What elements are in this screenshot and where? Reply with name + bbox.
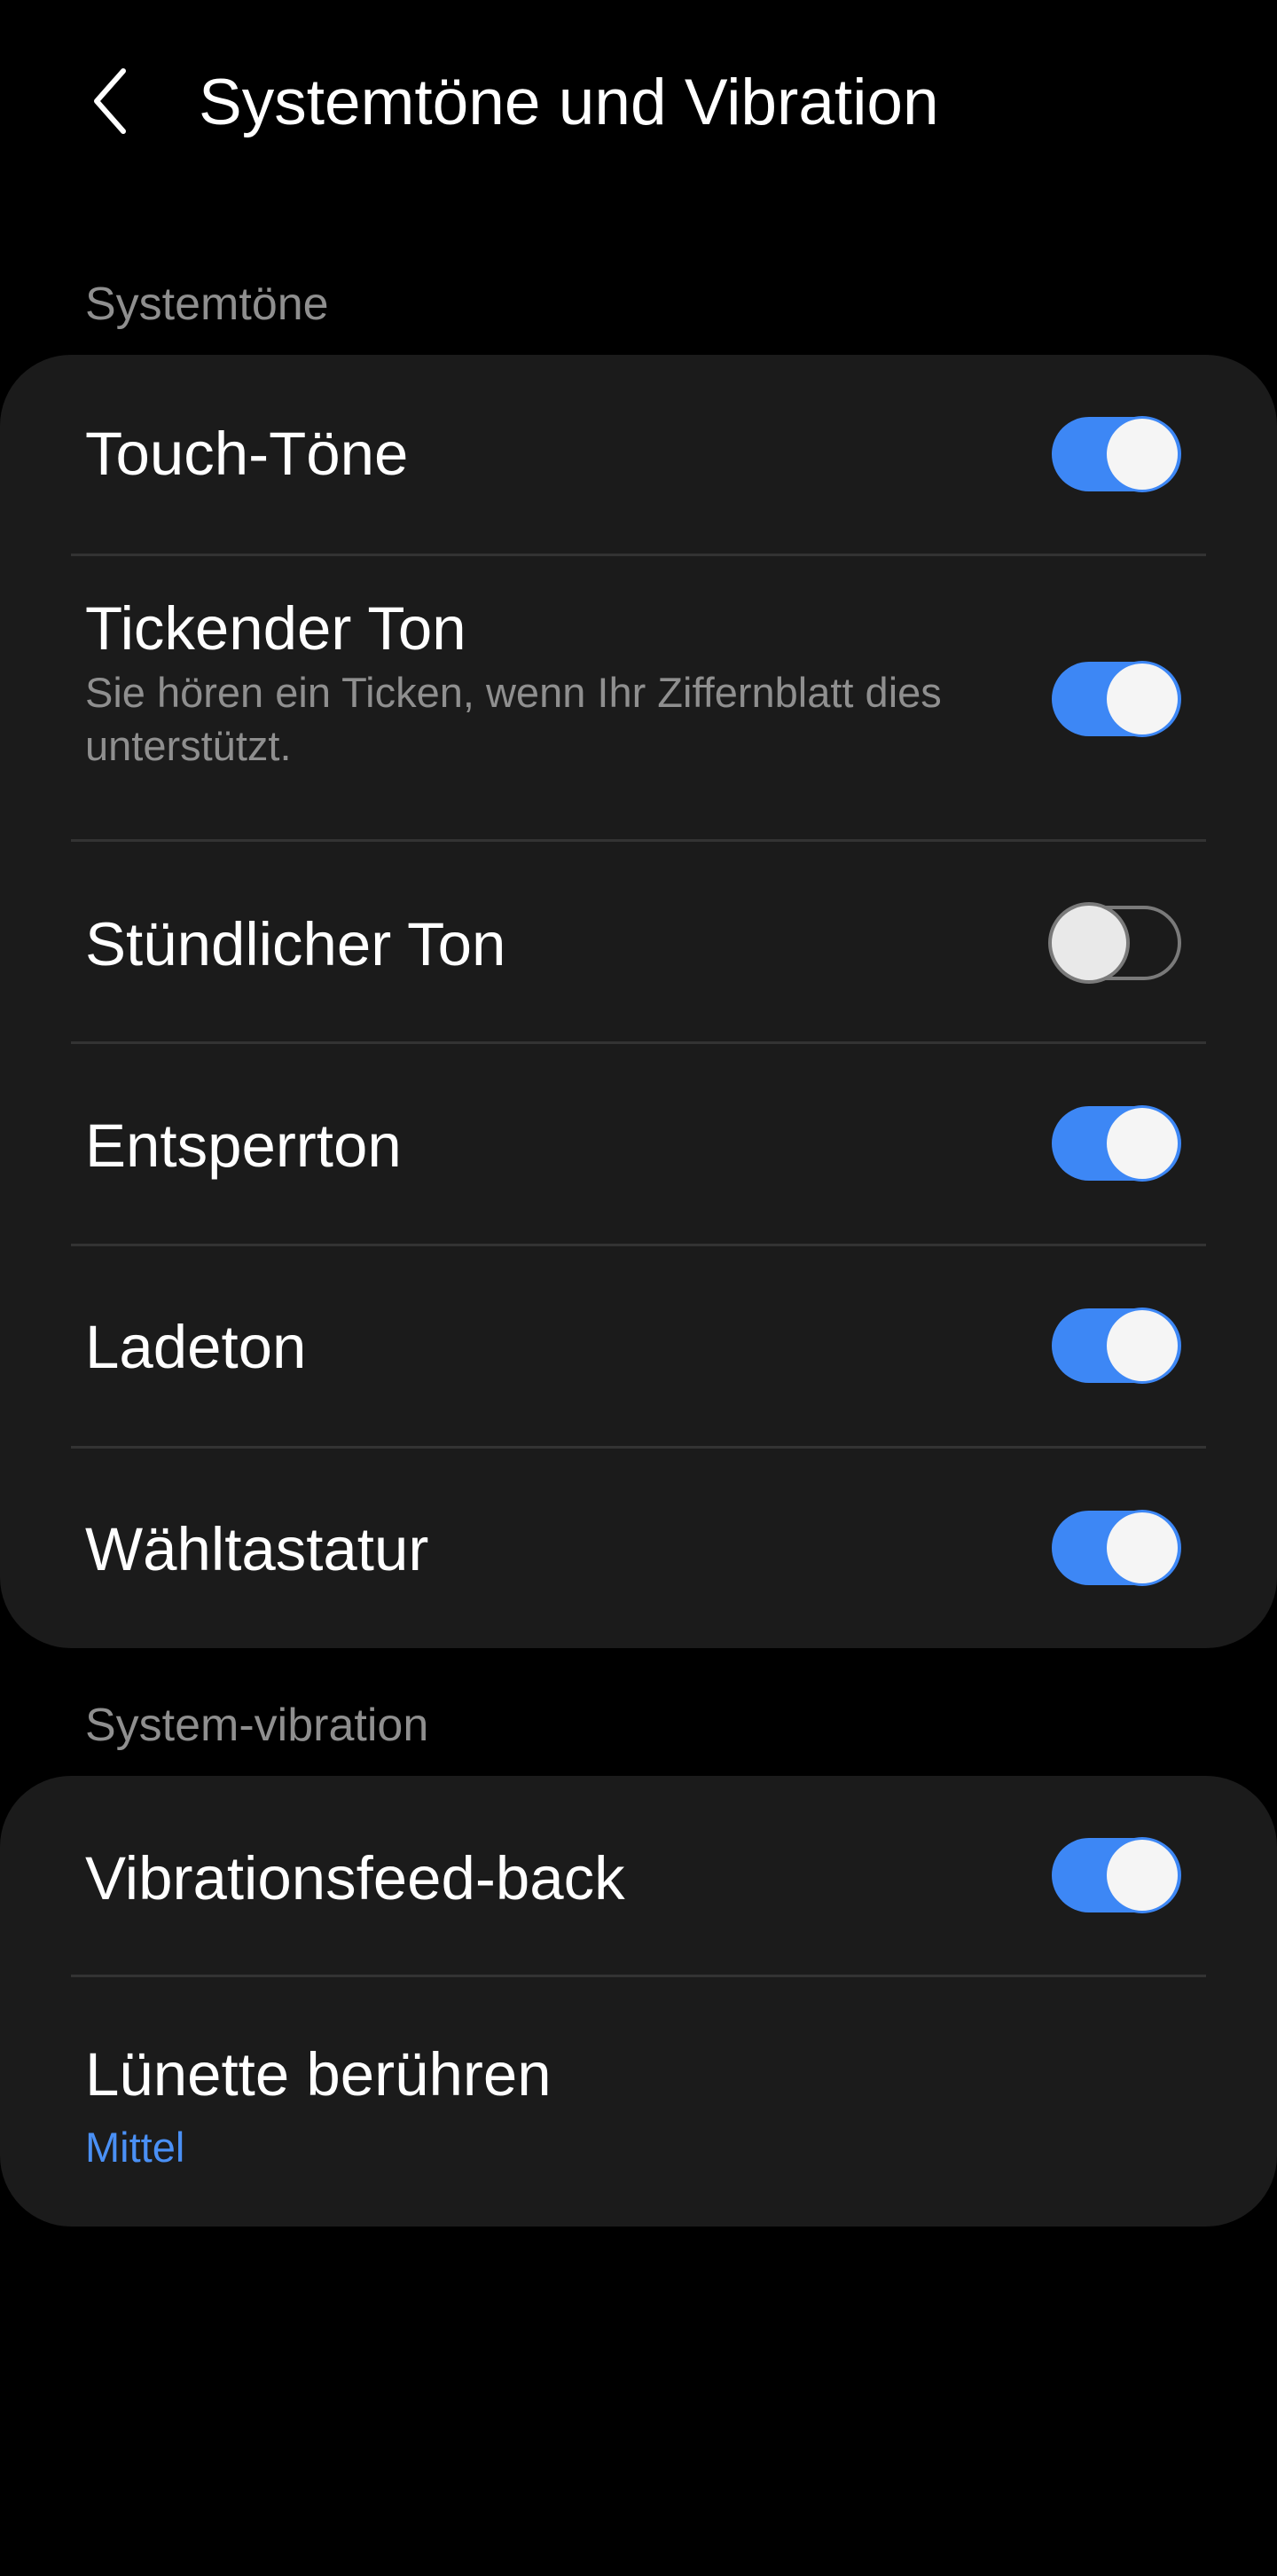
unlock-tone-toggle[interactable] [1052,1106,1181,1181]
setting-title: Touch-Töne [85,420,409,488]
setting-title: Stündlicher Ton [85,910,506,978]
setting-title: Tickender Ton [85,594,466,663]
setting-title: Lünette berühren [85,2040,552,2109]
setting-row-ticking-tone[interactable]: Tickender Ton Sie hören ein Ticken, wenn… [0,556,1277,840]
setting-row-dial-pad[interactable]: Wähltastatur [0,1449,1277,1648]
app-header: Systemtöne und Vibration [0,0,1277,204]
toggle-knob [1052,906,1126,980]
dial-pad-toggle[interactable] [1052,1511,1181,1585]
setting-value: Mittel [85,2124,185,2171]
page-title: Systemtöne und Vibration [199,67,939,138]
toggle-knob [1107,1512,1178,1583]
system-vibration-card: Vibrationsfeed-back Lünette berühren Mit… [0,1776,1277,2227]
toggle-knob [1107,664,1178,734]
setting-title: Ladeton [85,1313,307,1381]
toggle-knob [1107,1310,1178,1381]
system-tones-card: Touch-Töne Tickender Ton Sie hören ein T… [0,355,1277,1648]
setting-title: Wähltastatur [85,1515,429,1583]
setting-title: Entsperrton [85,1111,402,1180]
setting-row-touch-bezel[interactable]: Lünette berühren Mittel [0,1977,1277,2227]
toggle-knob [1107,1840,1178,1911]
section-label-system-tones: Systemtöne [85,279,329,330]
setting-title: Vibrationsfeed-back [85,1844,625,1912]
ticking-tone-toggle[interactable] [1052,662,1181,736]
setting-row-charging-tone[interactable]: Ladeton [0,1246,1277,1447]
setting-row-touch-tones[interactable]: Touch-Töne [0,355,1277,555]
section-label-system-vibration: System-vibration [85,1700,429,1751]
toggle-knob [1107,419,1178,490]
vibration-feedback-toggle[interactable] [1052,1838,1181,1912]
setting-subtitle: Sie hören ein Ticken, wenn Ihr Ziffernbl… [85,669,942,769]
setting-row-unlock-tone[interactable]: Entsperrton [0,1044,1277,1245]
hourly-tone-toggle[interactable] [1052,906,1181,980]
touch-tones-toggle[interactable] [1052,417,1181,491]
toggle-knob [1107,1108,1178,1179]
charging-tone-toggle[interactable] [1052,1308,1181,1383]
setting-row-hourly-tone[interactable]: Stündlicher Ton [0,842,1277,1042]
chevron-left-icon [94,68,126,134]
setting-row-vibration-feedback[interactable]: Vibrationsfeed-back [0,1776,1277,1976]
back-button[interactable] [71,50,151,153]
